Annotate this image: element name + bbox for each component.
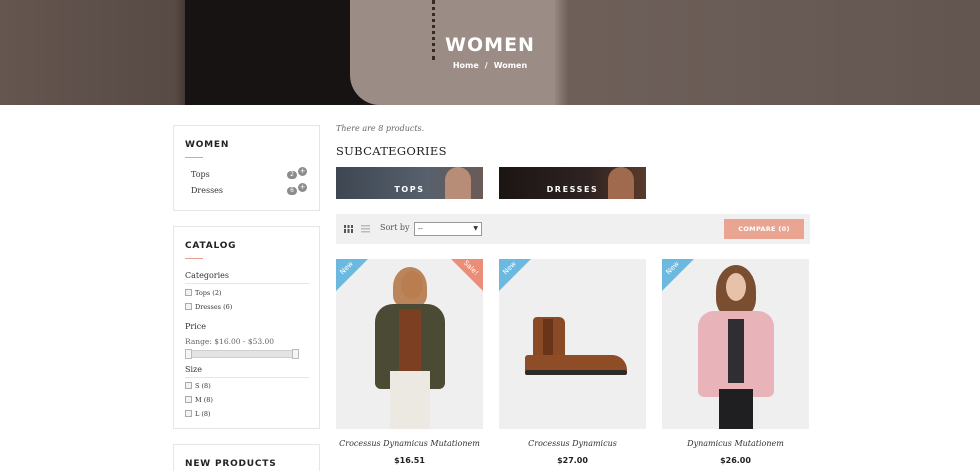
breadcrumb-separator: /	[484, 61, 488, 70]
new-products-box: NEW PRODUCTS	[173, 444, 320, 471]
subcategory-tops-banner[interactable]: TOPS	[336, 167, 483, 199]
product-toolbar: Sort by -- ▼ COMPARE (0)	[336, 214, 810, 244]
product-card[interactable]: New Sale! Crocessus Dynamicus Mutationem…	[336, 259, 483, 465]
product-card[interactable]: New Crocessus Dynamicus $27.00	[499, 259, 646, 465]
compare-button[interactable]: COMPARE (0)	[724, 219, 804, 239]
filter-label: Dresses (6)	[195, 303, 233, 311]
subcategory-label[interactable]: DRESSES	[499, 185, 646, 194]
model-top	[727, 319, 744, 383]
filter-label: S (8)	[195, 382, 211, 390]
product-price: $27.00	[557, 456, 588, 465]
checkbox-icon[interactable]	[185, 410, 192, 417]
checkbox-icon[interactable]	[185, 289, 192, 296]
breadcrumb-home-link[interactable]: Home	[453, 61, 479, 70]
product-name[interactable]: Crocessus Dynamicus	[499, 439, 646, 448]
catalog-title: CATALOG	[185, 241, 237, 251]
slider-min-handle[interactable]	[185, 349, 192, 359]
sidebar-item-label[interactable]: Tops	[191, 170, 210, 179]
filter-checkbox-tops[interactable]: Tops (2)	[174, 286, 319, 300]
expand-plus-icon[interactable]: +	[298, 167, 307, 176]
breadcrumb: Home / Women	[0, 61, 980, 70]
model-jeans	[389, 371, 430, 429]
product-name[interactable]: Dynamicus Mutationem	[662, 439, 809, 448]
filter-checkbox-size-m[interactable]: M (8)	[174, 393, 319, 407]
boot-sole	[525, 370, 627, 375]
product-image[interactable]: New	[499, 259, 646, 429]
hero-banner: WOMEN Home / Women	[0, 0, 980, 105]
count-badge: 2	[287, 171, 297, 179]
catalog-filter-box: CATALOG Categories Tops (2) Dresses (6) …	[173, 226, 320, 429]
sidebar-item-tops[interactable]: Tops 2 +	[174, 167, 319, 183]
subcategory-label[interactable]: TOPS	[336, 185, 483, 194]
list-view-icon[interactable]	[361, 225, 370, 233]
title-underline	[185, 157, 203, 158]
product-price: $16.51	[394, 456, 425, 465]
facet-size-title: Size	[185, 365, 309, 378]
expand-plus-icon[interactable]: +	[298, 183, 307, 192]
facet-price-title: Price	[185, 322, 206, 331]
sidebar-item-label[interactable]: Dresses	[191, 186, 223, 195]
checkbox-icon[interactable]	[185, 396, 192, 403]
product-image[interactable]: New Sale!	[336, 259, 483, 429]
price-range-text: Range: $16.00 - $53.00	[185, 337, 275, 346]
sidebar-item-dresses[interactable]: Dresses 6 +	[174, 183, 319, 199]
breadcrumb-current: Women	[493, 61, 528, 70]
checkbox-icon[interactable]	[185, 303, 192, 310]
filter-checkbox-dresses[interactable]: Dresses (6)	[174, 300, 319, 314]
price-slider[interactable]	[185, 349, 299, 359]
boot-elastic	[543, 319, 553, 359]
title-underline	[185, 258, 203, 259]
subcategories-heading: SUBCATEGORIES	[336, 144, 447, 158]
count-badge: 6	[287, 187, 297, 195]
checkbox-icon[interactable]	[185, 382, 192, 389]
filter-checkbox-size-l[interactable]: L (8)	[174, 407, 319, 421]
grid-view-icon[interactable]	[344, 225, 353, 233]
filter-label: Tops (2)	[195, 289, 222, 297]
filter-checkbox-size-s[interactable]: S (8)	[174, 379, 319, 393]
product-image[interactable]: New	[662, 259, 809, 429]
subcategory-model-image	[608, 167, 634, 199]
category-box: WOMEN Tops 2 + Dresses 6 +	[173, 125, 320, 211]
sort-selected-value: --	[418, 225, 423, 233]
category-box-title: WOMEN	[185, 140, 230, 150]
chevron-down-icon: ▼	[473, 225, 478, 232]
product-price: $26.00	[720, 456, 751, 465]
product-card[interactable]: New Dynamicus Mutationem $26.00	[662, 259, 809, 465]
product-count-text: There are 8 products.	[336, 124, 425, 133]
product-name[interactable]: Crocessus Dynamicus Mutationem	[336, 439, 483, 448]
page-title: WOMEN	[445, 34, 535, 56]
model-pants	[718, 389, 753, 429]
model-top	[398, 309, 421, 379]
filter-label: L (8)	[195, 410, 211, 418]
subcategory-dresses-banner[interactable]: DRESSES	[499, 167, 646, 199]
sort-label: Sort by	[380, 223, 410, 232]
facet-categories-title: Categories	[185, 271, 309, 284]
filter-label: M (8)	[195, 396, 213, 404]
new-products-title: NEW PRODUCTS	[185, 459, 277, 469]
subcategory-list: Tops 2 + Dresses 6 +	[174, 167, 319, 199]
model-hair	[392, 267, 427, 307]
model-head	[725, 273, 746, 301]
subcategory-model-image	[445, 167, 471, 199]
sort-select[interactable]: -- ▼	[414, 222, 482, 236]
slider-max-handle[interactable]	[292, 349, 299, 359]
